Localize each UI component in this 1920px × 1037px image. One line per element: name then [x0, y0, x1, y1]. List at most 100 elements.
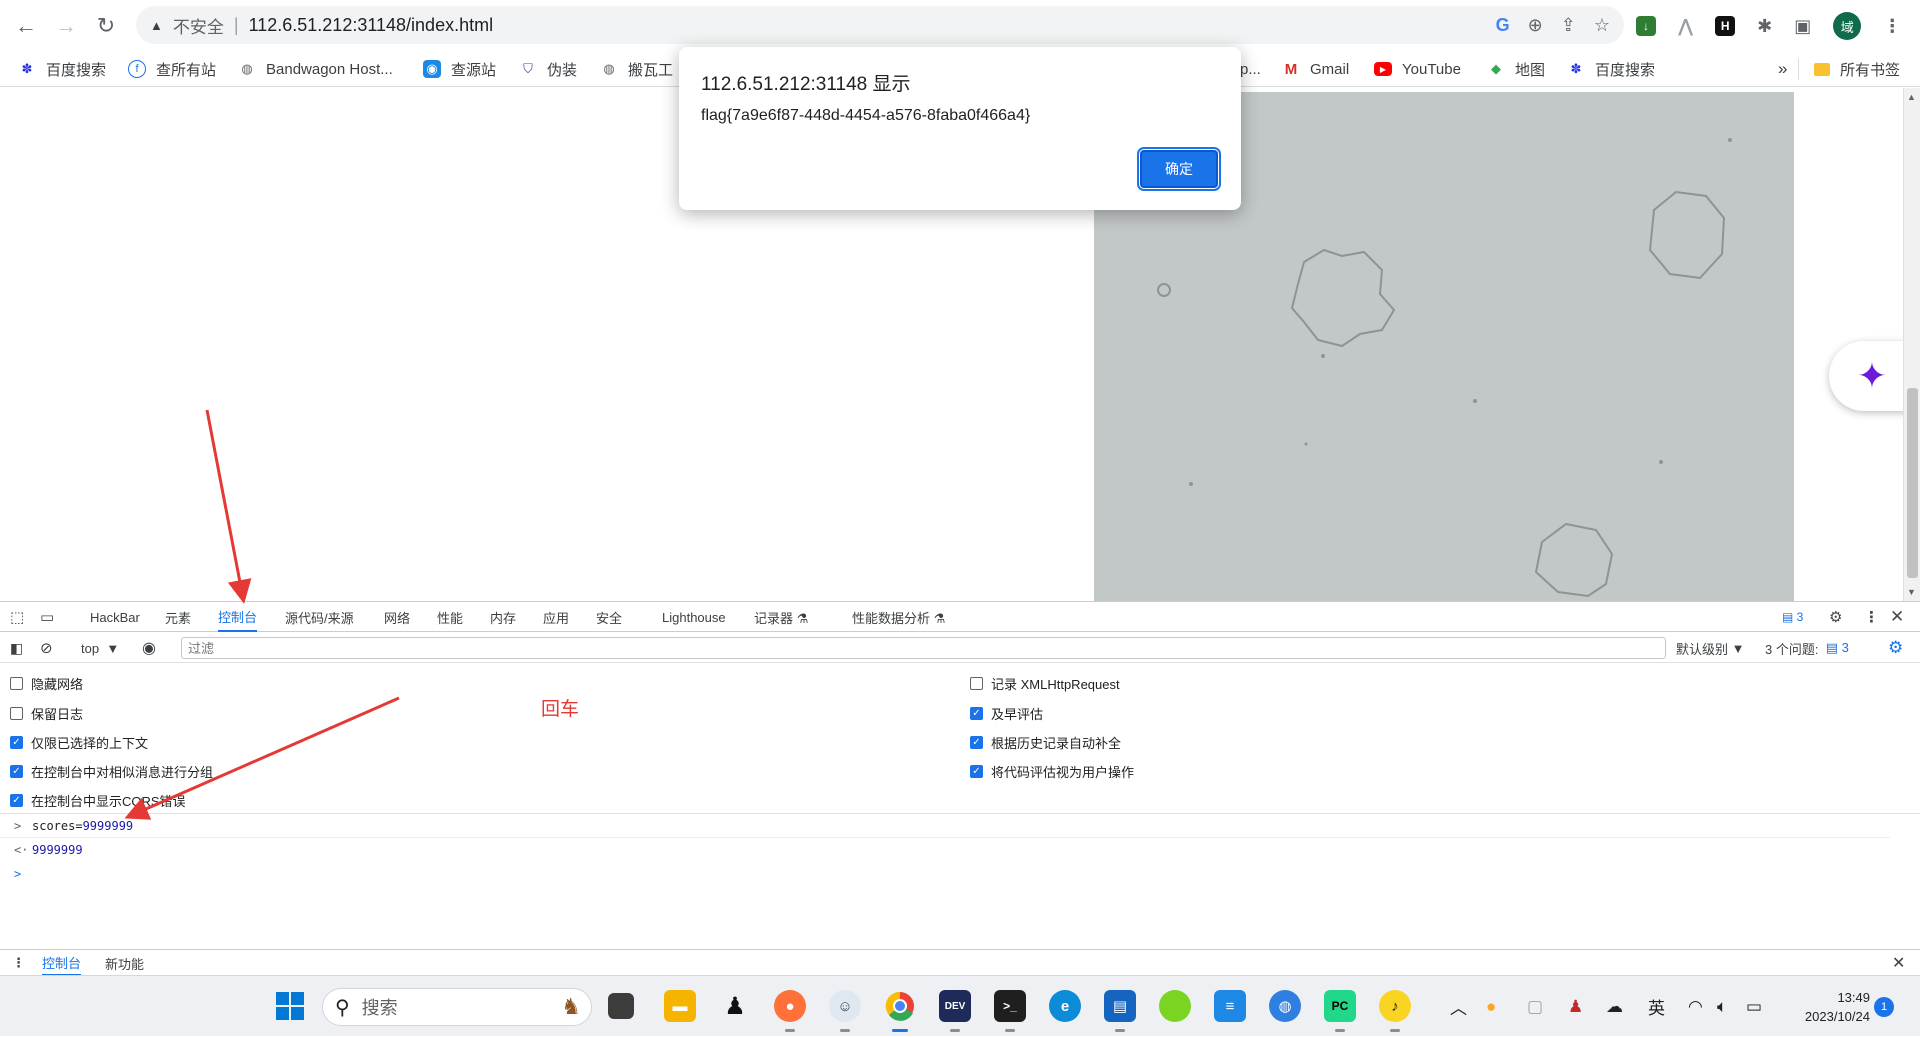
system-clock[interactable]: 13:49 2023/10/24	[1780, 988, 1870, 1026]
tray-app-icon[interactable]: ●	[1486, 976, 1496, 1037]
devtools-settings-gear-icon[interactable]: ⚙	[1829, 602, 1842, 632]
forward-arrow-icon[interactable]: →	[46, 6, 86, 46]
tab-recorder[interactable]: 记录器 ⚗	[754, 602, 808, 632]
setting-preserve-log[interactable]: 保留日志	[10, 704, 83, 723]
drawer-menu-icon[interactable]: ⋮	[12, 950, 25, 976]
qq-penguin-icon[interactable]: ♟	[719, 990, 751, 1022]
tab-lighthouse[interactable]: Lighthouse	[662, 602, 726, 632]
address-bar[interactable]: ▲ 不安全 | 112.6.51.212:31148/index.html G …	[136, 6, 1624, 44]
taskbar-search[interactable]: ⚲ 搜索 ♞	[322, 988, 592, 1026]
notification-badge[interactable]: 1	[1874, 997, 1894, 1017]
bookmark-chayuanzhan[interactable]: ◉ 查源站	[423, 51, 496, 87]
bookmark-star-icon[interactable]: ☆	[1594, 15, 1610, 36]
bookmark-banwagong[interactable]: ◍ 搬瓦工	[600, 51, 673, 87]
setting-group-similar[interactable]: ✓ 在控制台中对相似消息进行分组	[10, 762, 213, 781]
setting-selected-context-only[interactable]: ✓ 仅限已选择的上下文	[10, 733, 148, 752]
green-ball-app-icon[interactable]	[1159, 990, 1191, 1022]
log-level-dropdown[interactable]: 默认级别 ▼	[1676, 633, 1745, 663]
back-arrow-icon[interactable]: ←	[6, 6, 46, 46]
winrar-icon[interactable]: ▤	[1104, 990, 1136, 1022]
tab-sources[interactable]: 源代码/来源	[285, 602, 354, 632]
checkbox-checked[interactable]: ✓	[970, 707, 983, 720]
ime-indicator[interactable]: 英	[1648, 976, 1665, 1037]
checkbox-checked[interactable]: ✓	[10, 794, 23, 807]
zoom-icon[interactable]: ⊕	[1528, 15, 1543, 36]
chrome-icon[interactable]	[884, 990, 916, 1022]
avatar-app-icon[interactable]: ☺	[829, 990, 861, 1022]
setting-log-xhr[interactable]: 记录 XMLHttpRequest	[970, 674, 1120, 693]
console-result-line[interactable]: <· 9999999	[0, 838, 1890, 862]
inspect-element-icon[interactable]: ⬚	[10, 602, 24, 632]
checkbox[interactable]	[10, 707, 23, 720]
side-panel-icon[interactable]: ▣	[1794, 16, 1811, 37]
setting-eager-evaluation[interactable]: ✓ 及早评估	[970, 704, 1043, 723]
context-selector[interactable]: top ▼	[81, 633, 119, 663]
bookmark-partial[interactable]: p...	[1240, 51, 1261, 87]
task-view-icon[interactable]	[608, 993, 634, 1019]
setting-autocomplete-history[interactable]: ✓ 根据历史记录自动补全	[970, 733, 1121, 752]
firefox-icon[interactable]: ●	[774, 990, 806, 1022]
wifi-icon[interactable]: ◠	[1688, 976, 1703, 1037]
qq-music-icon[interactable]: ♪	[1379, 990, 1411, 1022]
checkbox[interactable]	[10, 677, 23, 690]
battery-icon[interactable]: ▭	[1746, 976, 1762, 1037]
reload-icon[interactable]: ↻	[86, 6, 126, 46]
issues-badge[interactable]: ▤ 3	[1782, 602, 1803, 632]
setting-hide-network[interactable]: 隐藏网络	[10, 674, 83, 693]
device-toolbar-icon[interactable]: ▭	[40, 602, 54, 632]
devtools-menu-icon[interactable]: ⋮	[1864, 602, 1879, 632]
tab-security[interactable]: 安全	[596, 602, 622, 632]
bookmark-maps[interactable]: ◆ 地图	[1487, 51, 1545, 87]
setting-show-cors-errors[interactable]: ✓ 在控制台中显示CORS错误	[10, 791, 186, 810]
checkbox-checked[interactable]: ✓	[10, 765, 23, 778]
tab-application[interactable]: 应用	[543, 602, 569, 632]
profile-avatar[interactable]: 域	[1833, 12, 1862, 40]
share-icon[interactable]: ⇪	[1561, 15, 1576, 36]
console-settings-gear-icon[interactable]: ⚙	[1888, 633, 1903, 663]
google-g-icon[interactable]: G	[1496, 15, 1510, 36]
console-prompt[interactable]: >	[0, 862, 1890, 886]
wappalyzer-ext-icon[interactable]: ⋀	[1678, 16, 1693, 37]
checkbox[interactable]	[970, 677, 983, 690]
alert-ok-button[interactable]: 确定	[1137, 147, 1221, 191]
scroll-up-arrow-icon[interactable]: ▲	[1907, 92, 1916, 102]
drawer-tab-whats-new[interactable]: 新功能	[105, 950, 144, 976]
tab-console[interactable]: 控制台	[218, 602, 258, 632]
download-ext-icon[interactable]: ↓	[1636, 16, 1656, 36]
bookmark-youtube[interactable]: ▶ YouTube	[1374, 51, 1461, 87]
tab-hackbar[interactable]: HackBar	[90, 602, 140, 632]
tray-overflow-chevron-icon[interactable]: ︿	[1450, 976, 1467, 1037]
tray-qq-icon[interactable]: ♟	[1568, 976, 1583, 1037]
bookmark-gmail[interactable]: M Gmail	[1282, 51, 1349, 87]
devecostudio-icon[interactable]: DEV	[939, 990, 971, 1022]
devtools-close-icon[interactable]: ✕	[1890, 602, 1904, 632]
scrollbar-thumb[interactable]	[1907, 388, 1918, 578]
console-filter-input[interactable]	[181, 637, 1666, 659]
issues-link[interactable]: 3 个问题: ▤ 3	[1765, 633, 1849, 663]
bookmark-bandwagon[interactable]: ◍ Bandwagon Host...	[238, 51, 392, 87]
pycharm-icon[interactable]: PC	[1324, 990, 1356, 1022]
bookmark-baidu[interactable]: ✽ 百度搜索	[18, 51, 106, 87]
drawer-tab-console[interactable]: 控制台	[42, 950, 82, 976]
tab-performance-insights[interactable]: 性能数据分析 ⚗	[852, 602, 945, 632]
tab-memory[interactable]: 内存	[490, 602, 516, 632]
drawer-close-icon[interactable]: ✕	[1892, 950, 1905, 976]
tray-blank-icon[interactable]: ▢	[1527, 976, 1543, 1037]
checkbox-checked[interactable]: ✓	[970, 765, 983, 778]
bookmark-chasuoyouzhan[interactable]: f 查所有站	[128, 51, 216, 87]
puzzle-extensions-icon[interactable]: ✱	[1757, 16, 1772, 37]
console-input-line[interactable]: > scores= 9999999	[0, 814, 1890, 838]
h-ext-icon[interactable]: H	[1715, 16, 1736, 36]
clear-console-icon[interactable]: ⊘	[40, 633, 53, 663]
page-scrollbar[interactable]: ▲ ▼	[1903, 88, 1920, 601]
scroll-down-arrow-icon[interactable]: ▼	[1907, 587, 1916, 597]
globe-app-icon[interactable]: ◍	[1269, 990, 1301, 1022]
tab-performance[interactable]: 性能	[437, 602, 463, 632]
live-expression-eye-icon[interactable]: ◉	[142, 633, 156, 663]
edge-icon[interactable]: e	[1049, 990, 1081, 1022]
console-output[interactable]: > scores= 9999999 <· 9999999 >	[0, 814, 1920, 949]
chrome-menu-icon[interactable]: ⋮	[1883, 16, 1901, 37]
all-bookmarks-folder[interactable]: 所有书签	[1814, 51, 1900, 87]
setting-user-gesture[interactable]: ✓ 将代码评估视为用户操作	[970, 762, 1134, 781]
sidebar-toggle-icon[interactable]: ◧	[10, 633, 23, 663]
